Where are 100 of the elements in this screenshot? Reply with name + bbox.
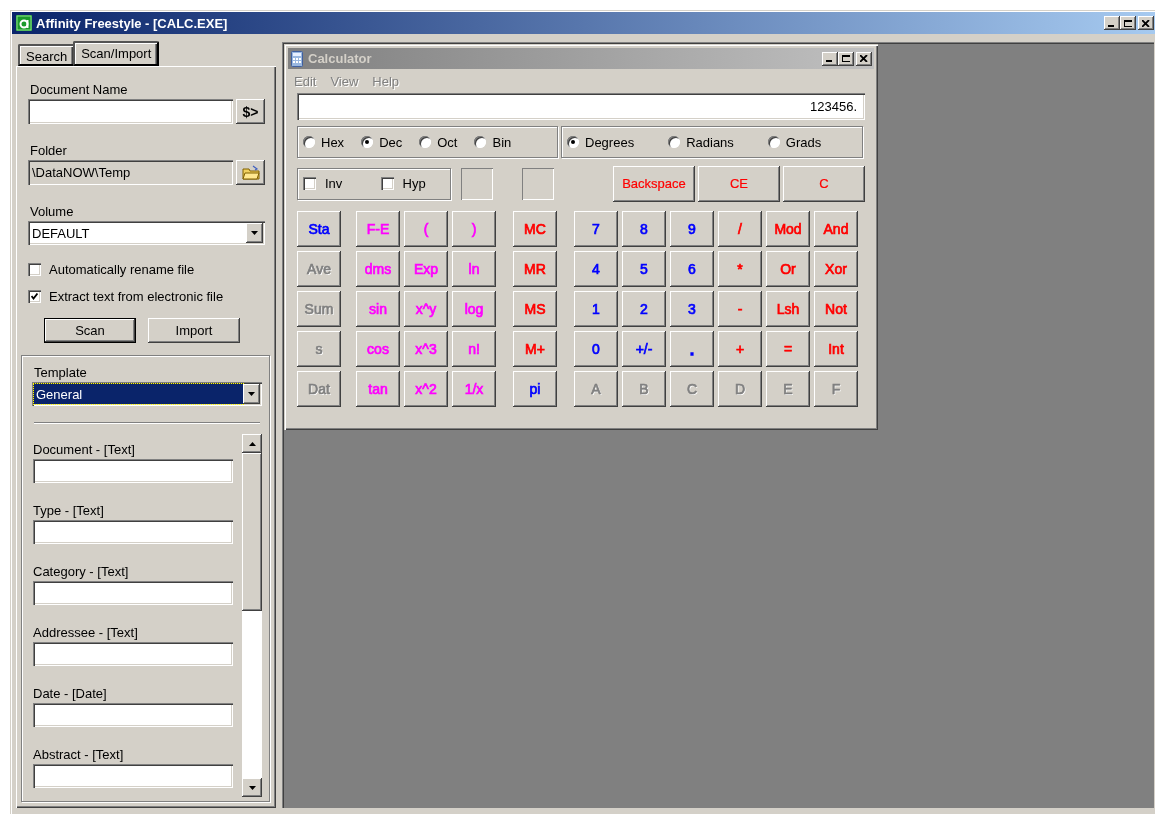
radio-label: Radians bbox=[686, 134, 734, 150]
calc-key[interactable]: - bbox=[718, 291, 762, 327]
insert-button[interactable]: $> bbox=[236, 99, 265, 124]
tab[interactable]: Scan/Import bbox=[73, 41, 160, 66]
checkbox[interactable] bbox=[303, 177, 316, 190]
tab[interactable]: Search bbox=[18, 44, 76, 66]
calc-key[interactable]: x^y bbox=[404, 291, 448, 327]
calc-key[interactable]: ( bbox=[404, 211, 448, 247]
menu-item[interactable]: View bbox=[330, 74, 359, 89]
scroll-up-button[interactable] bbox=[242, 434, 262, 453]
calc-key[interactable]: 5 bbox=[622, 251, 666, 287]
calc-key[interactable]: 6 bbox=[670, 251, 714, 287]
text-field[interactable] bbox=[33, 520, 233, 544]
calc-key[interactable]: Exp bbox=[404, 251, 448, 287]
calc-key[interactable]: sin bbox=[356, 291, 400, 327]
calc-key[interactable]: Sta bbox=[297, 211, 341, 247]
maximize-button[interactable] bbox=[838, 51, 854, 66]
calc-key[interactable]: F-E bbox=[356, 211, 400, 247]
minimize-button[interactable] bbox=[822, 51, 838, 66]
maximize-icon bbox=[1124, 19, 1132, 27]
calc-key[interactable]: Xor bbox=[814, 251, 858, 287]
radio-button[interactable] bbox=[567, 136, 579, 148]
radio-button[interactable] bbox=[474, 136, 487, 148]
calc-key[interactable]: = bbox=[766, 331, 810, 367]
maximize-icon bbox=[842, 55, 850, 62]
text-field[interactable] bbox=[33, 642, 233, 666]
calc-key[interactable]: Lsh bbox=[766, 291, 810, 327]
calc-key[interactable]: + bbox=[718, 331, 762, 367]
volume-dropdown[interactable]: DEFAULT bbox=[28, 221, 265, 245]
check-icon bbox=[31, 293, 38, 300]
text-field[interactable] bbox=[33, 764, 233, 788]
action-button[interactable]: Scan bbox=[44, 318, 136, 343]
calc-key[interactable]: +/- bbox=[622, 331, 666, 367]
text-field[interactable] bbox=[33, 581, 233, 605]
calc-key[interactable]: * bbox=[718, 251, 762, 287]
calc-key[interactable]: 1/x bbox=[452, 371, 496, 407]
calc-key[interactable]: Not bbox=[814, 291, 858, 327]
dropdown-arrow-icon bbox=[248, 392, 255, 396]
browse-button[interactable] bbox=[236, 160, 265, 185]
document-name-field[interactable] bbox=[28, 99, 233, 124]
calc-key[interactable]: 2 bbox=[622, 291, 666, 327]
calc-key[interactable]: MC bbox=[513, 211, 557, 247]
calc-key[interactable]: x^3 bbox=[404, 331, 448, 367]
radio-button[interactable] bbox=[668, 136, 681, 148]
indicator-box bbox=[522, 167, 554, 200]
calc-key[interactable]: x^2 bbox=[404, 371, 448, 407]
text-field[interactable] bbox=[33, 459, 233, 483]
calc-key[interactable]: MS bbox=[513, 291, 557, 327]
radio-button[interactable] bbox=[419, 136, 432, 148]
calc-key[interactable]: cos bbox=[356, 331, 400, 367]
calc-key[interactable]: Or bbox=[766, 251, 810, 287]
minimize-button[interactable] bbox=[1104, 16, 1120, 30]
action-button[interactable]: Import bbox=[148, 318, 240, 343]
calc-key[interactable]: M+ bbox=[513, 331, 557, 367]
window-title: Affinity Freestyle - [CALC.EXE] bbox=[36, 15, 229, 31]
calc-key[interactable]: 0 bbox=[574, 331, 618, 367]
calc-key[interactable]: 9 bbox=[670, 211, 714, 247]
calc-key[interactable]: / bbox=[718, 211, 762, 247]
calc-key[interactable]: 3 bbox=[670, 291, 714, 327]
calc-key[interactable]: And bbox=[814, 211, 858, 247]
checkbox-label: Inv bbox=[325, 176, 343, 191]
calc-key[interactable]: CE bbox=[698, 165, 780, 202]
scroll-thumb[interactable] bbox=[242, 453, 262, 611]
calc-key[interactable]: dms bbox=[356, 251, 400, 287]
calc-key[interactable]: Backspace bbox=[613, 165, 695, 202]
template-dropdown[interactable]: General bbox=[32, 382, 262, 406]
close-button[interactable] bbox=[856, 51, 872, 66]
calc-key[interactable]: pi bbox=[513, 371, 557, 407]
calc-key[interactable]: 1 bbox=[574, 291, 618, 327]
maximize-button[interactable] bbox=[1120, 16, 1136, 30]
calc-key[interactable]: Mod bbox=[766, 211, 810, 247]
radio-button[interactable] bbox=[361, 136, 374, 148]
calc-key[interactable]: C bbox=[783, 165, 865, 202]
scrollbar[interactable] bbox=[242, 434, 262, 797]
checkbox[interactable] bbox=[380, 177, 394, 190]
down-arrow-icon bbox=[248, 785, 256, 790]
radio-button[interactable] bbox=[303, 136, 315, 148]
calc-key[interactable]: ln bbox=[452, 251, 496, 287]
checkbox[interactable] bbox=[28, 263, 41, 276]
menu-item[interactable]: Help bbox=[372, 74, 400, 89]
radio-button[interactable] bbox=[767, 136, 780, 148]
close-button[interactable] bbox=[1138, 16, 1154, 30]
radio-label: Bin bbox=[492, 134, 512, 150]
calc-key[interactable]: 7 bbox=[574, 211, 618, 247]
calc-key[interactable]: 4 bbox=[574, 251, 618, 287]
calc-key[interactable]: log bbox=[452, 291, 496, 327]
checkbox[interactable] bbox=[28, 290, 41, 303]
menu-item[interactable]: Edit bbox=[294, 74, 317, 89]
close-icon bbox=[1142, 19, 1150, 27]
field-label: Date - [Date] bbox=[33, 686, 108, 701]
calc-key[interactable]: MR bbox=[513, 251, 557, 287]
calc-key[interactable]: tan bbox=[356, 371, 400, 407]
folder-field[interactable]: \DataNOW\Temp bbox=[28, 160, 233, 185]
scroll-down-button[interactable] bbox=[242, 778, 262, 797]
calc-key[interactable]: Int bbox=[814, 331, 858, 367]
calc-key[interactable]: . bbox=[670, 331, 714, 367]
text-field[interactable] bbox=[33, 703, 233, 727]
calc-key[interactable]: 8 bbox=[622, 211, 666, 247]
calc-key[interactable]: n! bbox=[452, 331, 496, 367]
calc-key[interactable]: ) bbox=[452, 211, 496, 247]
